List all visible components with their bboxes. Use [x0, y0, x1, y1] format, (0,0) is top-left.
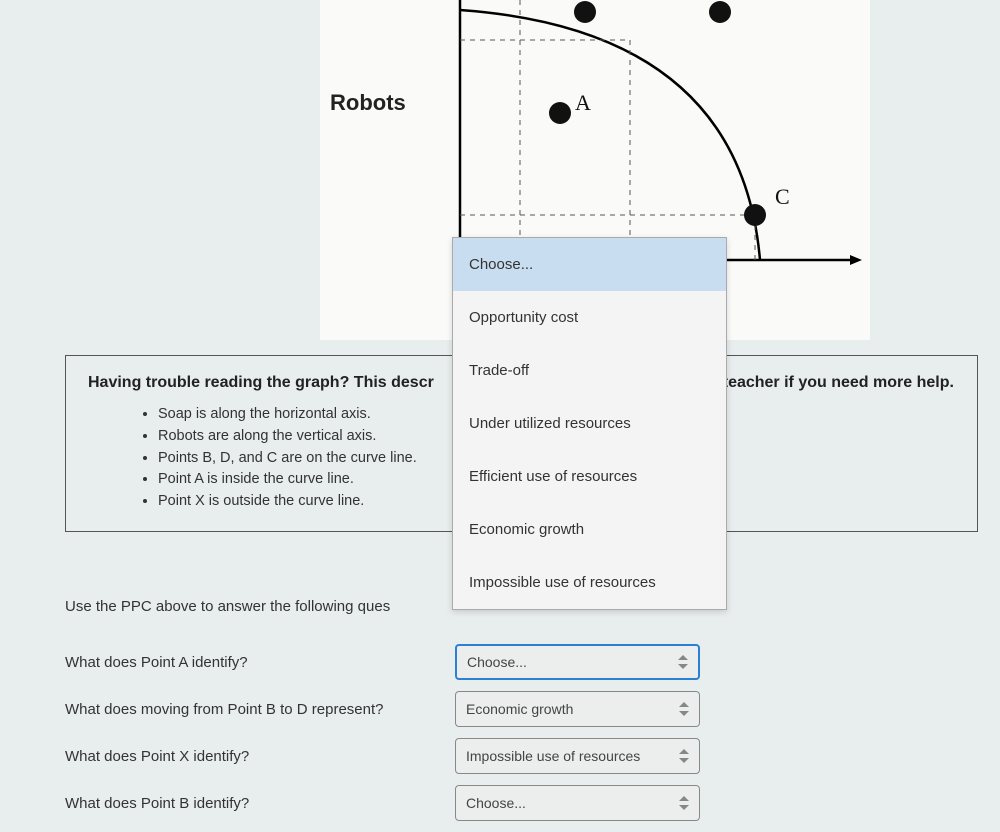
- question-row: What does moving from Point B to D repre…: [65, 691, 785, 727]
- dropdown-value: Economic growth: [466, 701, 573, 717]
- dropdown-option-opportunity-cost[interactable]: Opportunity cost: [453, 291, 726, 344]
- question-row: What does Point A identify? Choose...: [65, 644, 785, 680]
- dropdown-value: Choose...: [466, 795, 526, 811]
- y-axis-label: Robots: [330, 90, 406, 116]
- desc-title-right: teacher if you need more help.: [723, 374, 954, 391]
- question-text: What does Point A identify?: [65, 654, 455, 671]
- sort-icon: [679, 749, 689, 763]
- dropdown-option-trade-off[interactable]: Trade-off: [453, 344, 726, 397]
- point-label-a: A: [575, 90, 591, 116]
- dropdown-value: Choose...: [467, 654, 527, 670]
- answer-dropdown-point-a[interactable]: Choose...: [455, 644, 700, 680]
- answer-dropdown-b-to-d[interactable]: Economic growth: [455, 691, 700, 727]
- dropdown-option-choose[interactable]: Choose...: [453, 238, 726, 291]
- sort-icon: [678, 655, 688, 669]
- dropdown-value: Impossible use of resources: [466, 748, 640, 764]
- answer-dropdown-point-x[interactable]: Impossible use of resources: [455, 738, 700, 774]
- instructions-text: Use the PPC above to answer the followin…: [65, 598, 390, 615]
- dropdown-option-under-utilized[interactable]: Under utilized resources: [453, 397, 726, 450]
- answer-dropdown-point-b[interactable]: Choose...: [455, 785, 700, 821]
- desc-title-left: Having trouble reading the graph? This d…: [88, 374, 434, 391]
- dropdown-option-economic-growth[interactable]: Economic growth: [453, 503, 726, 556]
- question-text: What does Point X identify?: [65, 748, 455, 765]
- dropdown-menu-open[interactable]: Choose... Opportunity cost Trade-off Und…: [452, 237, 727, 610]
- dropdown-option-efficient[interactable]: Efficient use of resources: [453, 450, 726, 503]
- question-text: What does moving from Point B to D repre…: [65, 701, 455, 718]
- sort-icon: [679, 796, 689, 810]
- point-label-c: C: [775, 184, 790, 210]
- dropdown-option-impossible[interactable]: Impossible use of resources: [453, 556, 726, 609]
- questions-section: What does Point A identify? Choose... Wh…: [65, 644, 785, 832]
- question-row: What does Point X identify? Impossible u…: [65, 738, 785, 774]
- sort-icon: [679, 702, 689, 716]
- question-row: What does Point B identify? Choose...: [65, 785, 785, 821]
- question-text: What does Point B identify?: [65, 795, 455, 812]
